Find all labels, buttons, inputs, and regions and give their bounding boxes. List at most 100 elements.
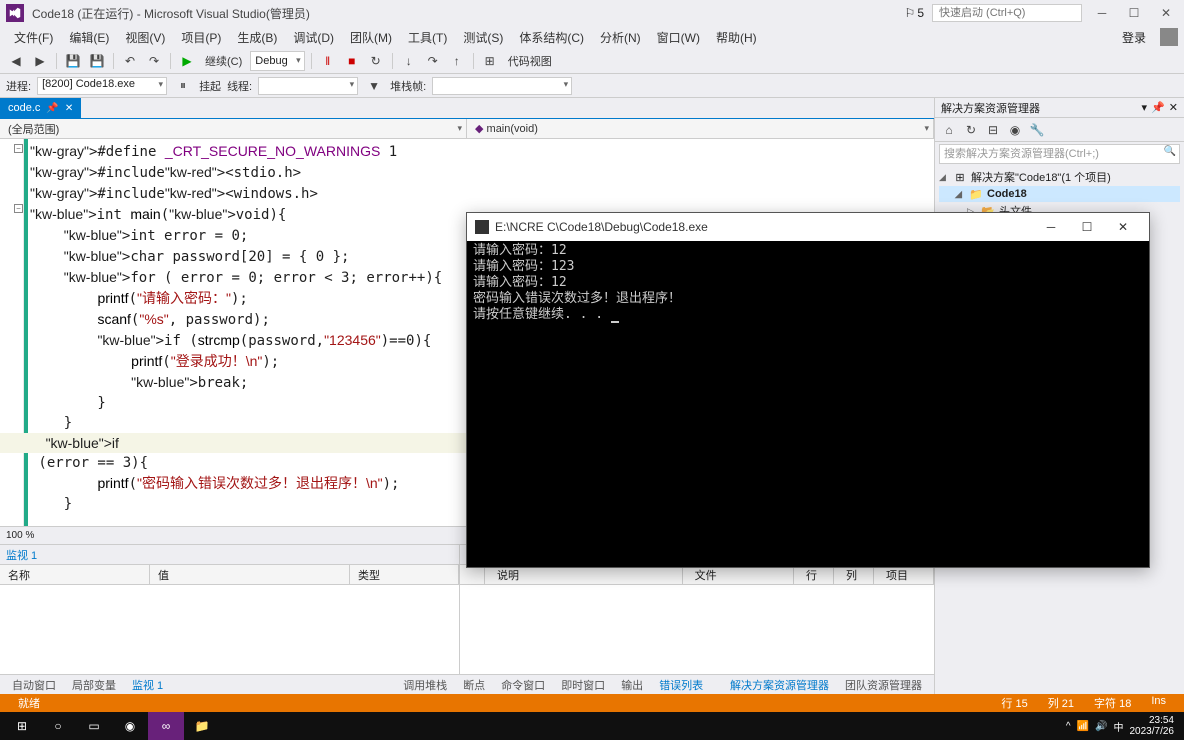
properties-icon[interactable]: 🔧 (1027, 120, 1047, 140)
console-output: 请输入密码：12 请输入密码：123 请输入密码：12 密码输入错误次数过多！退… (467, 241, 1149, 325)
console-minimize[interactable]: ─ (1033, 215, 1069, 239)
tab-watch1[interactable]: 监视 1 (126, 675, 169, 695)
taskview-icon[interactable]: ▭ (76, 712, 112, 740)
console-close[interactable]: ✕ (1105, 215, 1141, 239)
home-icon[interactable]: ⌂ (939, 120, 959, 140)
expand-icon[interactable]: ◢ (955, 189, 965, 200)
wifi-icon[interactable]: 📶 (1077, 721, 1089, 732)
tab-team[interactable]: 团队资源管理器 (839, 675, 928, 695)
menu-test[interactable]: 测试(S) (455, 27, 511, 48)
threads-dropdown[interactable] (258, 77, 358, 95)
search-icon[interactable]: ○ (40, 712, 76, 740)
user-icon[interactable] (1160, 28, 1178, 46)
explorer-icon[interactable]: 📁 (184, 712, 220, 740)
restart-icon[interactable]: ↻ (366, 51, 386, 71)
tree-solution-root[interactable]: ◢ ⊞ 解决方案"Code18"(1 个项目) (939, 168, 1180, 186)
console-titlebar[interactable]: E:\NCRE C\Code18\Debug\Code18.exe ─ ☐ ✕ (467, 213, 1149, 241)
close-icon[interactable]: ✕ (1169, 101, 1178, 114)
continue-label[interactable]: 继续(C) (201, 53, 246, 69)
expand-icon[interactable]: ◢ (939, 172, 949, 183)
notification-badge[interactable]: ⚐ 5 (905, 6, 924, 20)
scope-right[interactable]: ◆ main(void) (467, 119, 934, 138)
step-out-icon[interactable]: ↑ (447, 51, 467, 71)
watch-col-name[interactable]: 名称 (0, 565, 150, 584)
step-into-icon[interactable]: ↓ (399, 51, 419, 71)
menu-arch[interactable]: 体系结构(C) (511, 27, 592, 48)
pin-icon[interactable]: 📌 (1151, 101, 1165, 114)
showall-icon[interactable]: ◉ (1005, 120, 1025, 140)
collapse-icon[interactable]: ⊟ (983, 120, 1003, 140)
quickstart-input[interactable] (932, 4, 1082, 22)
menu-debug[interactable]: 调试(D) (285, 27, 342, 48)
watch-col-value[interactable]: 值 (150, 565, 350, 584)
vs-taskbar-icon[interactable]: ∞ (148, 712, 184, 740)
config-dropdown[interactable]: Debug (250, 51, 304, 71)
suspend-label: 挂起 (199, 78, 221, 94)
scope-left[interactable]: (全局范围) (0, 119, 467, 138)
minimize-button[interactable]: ─ (1090, 4, 1114, 22)
chrome-icon[interactable]: ◉ (112, 712, 148, 740)
watch-body[interactable] (0, 585, 459, 674)
menu-analyze[interactable]: 分析(N) (592, 27, 649, 48)
dropdown-icon[interactable]: ▾ (1142, 101, 1148, 114)
tab-immediate[interactable]: 即时窗口 (555, 675, 611, 695)
step-over-icon[interactable]: ↷ (423, 51, 443, 71)
codeview-icon[interactable]: ⊞ (480, 51, 500, 71)
login-link[interactable]: 登录 (1114, 27, 1154, 48)
redo-icon[interactable]: ↷ (144, 51, 164, 71)
saveall-icon[interactable]: 💾 (87, 51, 107, 71)
status-line: 行 15 (991, 695, 1037, 711)
pause-icon[interactable]: ‖ (318, 51, 338, 71)
system-tray[interactable]: ^ 📶 🔊 中 23:54 2023/7/26 (1066, 715, 1180, 737)
process-dropdown[interactable]: [8200] Code18.exe (37, 77, 167, 95)
menu-edit[interactable]: 编辑(E) (61, 27, 117, 48)
menu-tools[interactable]: 工具(T) (400, 27, 455, 48)
menu-window[interactable]: 窗口(W) (649, 27, 708, 48)
volume-icon[interactable]: 🔊 (1095, 721, 1107, 732)
tab-output[interactable]: 输出 (615, 675, 649, 695)
watch-header[interactable]: 监视 1 (0, 545, 459, 565)
vs-logo-icon (6, 4, 24, 22)
tab-locals[interactable]: 局部变量 (66, 675, 122, 695)
tray-date[interactable]: 2023/7/26 (1130, 726, 1175, 737)
menu-file[interactable]: 文件(F) (6, 27, 61, 48)
filter-icon[interactable]: ▼ (364, 76, 384, 96)
tray-time[interactable]: 23:54 (1130, 715, 1175, 726)
tab-solution[interactable]: 解决方案资源管理器 (724, 675, 835, 695)
undo-icon[interactable]: ↶ (120, 51, 140, 71)
tab-command[interactable]: 命令窗口 (495, 675, 551, 695)
console-window[interactable]: E:\NCRE C\Code18\Debug\Code18.exe ─ ☐ ✕ … (466, 212, 1150, 568)
suspend-icon[interactable]: ⏸ (173, 76, 193, 96)
console-maximize[interactable]: ☐ (1069, 215, 1105, 239)
tab-code-c[interactable]: code.c 📌 ✕ (0, 98, 81, 118)
pin-icon[interactable]: 📌 (46, 103, 58, 114)
tab-errorlist[interactable]: 错误列表 (653, 675, 709, 695)
start-button[interactable]: ⊞ (4, 712, 40, 740)
refresh-icon[interactable]: ↻ (961, 120, 981, 140)
nav-back-icon[interactable]: ◀ (6, 51, 26, 71)
menu-build[interactable]: 生成(B) (229, 27, 285, 48)
continue-icon[interactable]: ▶ (177, 51, 197, 71)
menu-view[interactable]: 视图(V) (117, 27, 173, 48)
tab-callstack[interactable]: 调用堆栈 (397, 675, 453, 695)
menu-project[interactable]: 项目(P) (173, 27, 229, 48)
solution-header[interactable]: 解决方案资源管理器 ▾ 📌 ✕ (935, 98, 1184, 118)
menu-help[interactable]: 帮助(H) (708, 27, 765, 48)
save-icon[interactable]: 💾 (63, 51, 83, 71)
tab-breakpoints[interactable]: 断点 (457, 675, 491, 695)
tree-project[interactable]: ◢ 📁 Code18 (939, 186, 1180, 202)
menu-team[interactable]: 团队(M) (342, 27, 400, 48)
maximize-button[interactable]: ☐ (1122, 4, 1146, 22)
tray-up-icon[interactable]: ^ (1066, 721, 1071, 732)
ime-indicator[interactable]: 中 (1114, 719, 1124, 734)
nav-fwd-icon[interactable]: ▶ (30, 51, 50, 71)
errorlist-body[interactable] (460, 585, 934, 674)
solution-search[interactable]: 搜索解决方案资源管理器(Ctrl+;) (939, 144, 1180, 164)
watch-col-type[interactable]: 类型 (350, 565, 459, 584)
stop-icon[interactable]: ■ (342, 51, 362, 71)
close-button[interactable]: ✕ (1154, 4, 1178, 22)
tab-auto[interactable]: 自动窗口 (6, 675, 62, 695)
tab-close-icon[interactable]: ✕ (65, 103, 73, 114)
console-icon (475, 220, 489, 234)
stackframe-dropdown[interactable] (432, 77, 572, 95)
